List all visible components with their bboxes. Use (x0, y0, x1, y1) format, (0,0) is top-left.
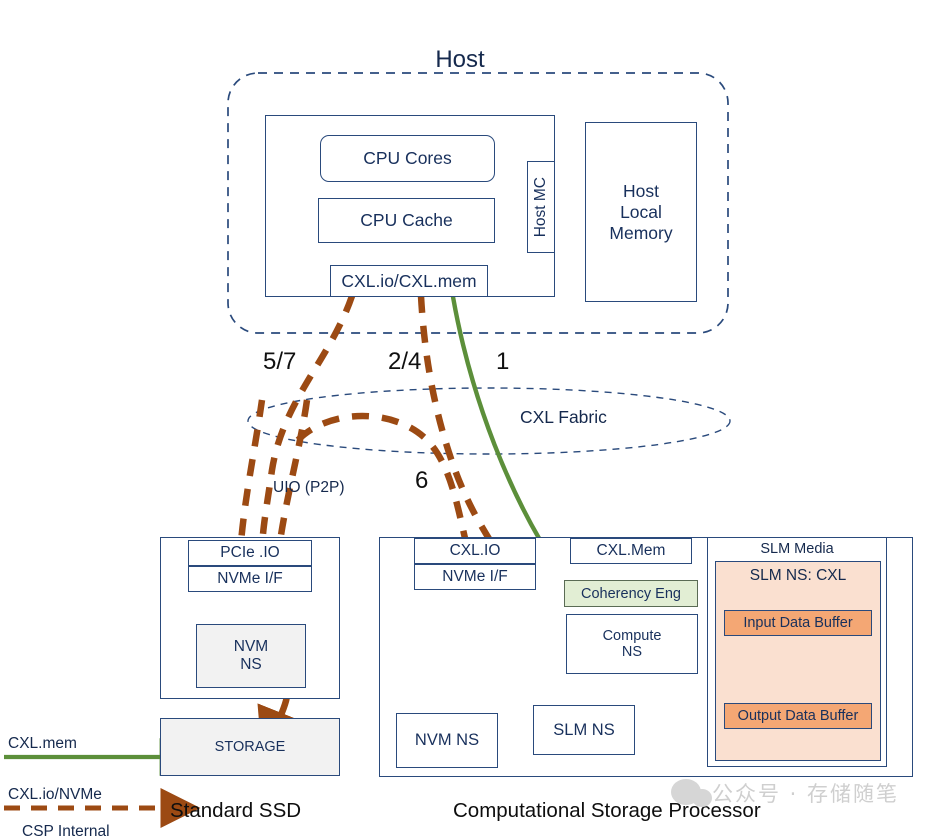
coherency-engine-label: Coherency Eng (581, 585, 681, 602)
cxl-fabric-ellipse (247, 387, 731, 455)
flow-uio-left-path (236, 399, 266, 557)
csp-cxl-mem-label: CXL.Mem (596, 542, 666, 559)
cpu-cores-box: CPU Cores (320, 135, 495, 182)
csp-nvme-if-box: NVMe I/F (414, 564, 536, 590)
flow-number-6: 6 (415, 467, 429, 494)
cxl-fabric-label: CXL Fabric (520, 407, 607, 427)
diagram-canvas: Host CPU Cores CPU Cache CXL.io/CXL.mem … (0, 0, 936, 840)
coherency-engine-box: Coherency Eng (564, 580, 698, 607)
csp-slm-ns-label: SLM NS (553, 720, 615, 739)
watermark-text: 公众号 · 存储随笔 (712, 782, 900, 806)
csp-slm-ns-box: SLM NS (533, 705, 635, 755)
compute-ns-box: Compute NS (566, 614, 698, 674)
flow-uio-p2p-path (274, 399, 311, 557)
ssd-nvm-ns-label: NVM NS (233, 638, 269, 673)
flow-5-7-path (258, 294, 356, 557)
flow-number-5-7: 5/7 (263, 348, 297, 375)
csp-nvm-ns-box: NVM NS (396, 713, 498, 768)
page-title: Host (435, 45, 485, 73)
slm-media-title: SLM Media (760, 540, 834, 557)
ssd-nvme-if-box: NVMe I/F (188, 566, 312, 592)
cpu-cores-label: CPU Cores (363, 148, 452, 168)
cxl-link-box: CXL.io/CXL.mem (330, 265, 488, 297)
host-mc-box: Host MC (527, 161, 555, 253)
ssd-storage-box: STORAGE (160, 718, 340, 776)
host-mc-label: Host MC (532, 176, 549, 238)
legend-label-cxl-io-nvme: CXL.io/NVMe (8, 786, 102, 803)
csp-nvm-ns-label: NVM NS (414, 731, 480, 749)
host-local-memory-label: Host Local Memory (609, 180, 673, 243)
flow-number-1: 1 (496, 348, 510, 375)
flow-number-2-4: 2/4 (388, 348, 422, 375)
input-data-buffer-label: Input Data Buffer (743, 615, 853, 631)
standard-ssd-caption: Standard SSD (170, 799, 302, 822)
output-data-buffer-box: Output Data Buffer (724, 703, 872, 729)
csp-cxl-io-box: CXL.IO (414, 538, 536, 564)
legend-label-cxl-mem: CXL.mem (8, 735, 77, 752)
output-data-buffer-label: Output Data Buffer (737, 708, 859, 724)
cpu-cache-box: CPU Cache (318, 198, 495, 243)
ssd-nvm-ns-box: NVM NS (196, 624, 306, 688)
compute-ns-label: Compute NS (602, 628, 662, 660)
wechat-icon-small (692, 789, 712, 807)
ssd-pcie-io-box: PCIe .IO (188, 540, 312, 566)
legend-label-csp-internal: CSP Internal (22, 823, 110, 840)
slm-ns-cxl-box (715, 561, 881, 761)
csp-cxl-mem-box: CXL.Mem (570, 538, 692, 564)
ssd-nvme-if-label: NVMe I/F (217, 570, 283, 587)
cxl-link-label: CXL.io/CXL.mem (341, 270, 477, 291)
cpu-cache-label: CPU Cache (360, 210, 453, 230)
ssd-storage-label: STORAGE (214, 739, 286, 755)
csp-cxl-io-label: CXL.IO (449, 542, 501, 559)
uio-p2p-label: UIO (P2P) (273, 479, 345, 496)
host-local-memory-box: Host Local Memory (585, 122, 697, 302)
input-data-buffer-box: Input Data Buffer (724, 610, 872, 636)
csp-nvme-if-label: NVMe I/F (442, 568, 508, 585)
ssd-pcie-io-label: PCIe .IO (220, 544, 280, 561)
slm-ns-cxl-title: SLM NS: CXL (749, 567, 847, 585)
